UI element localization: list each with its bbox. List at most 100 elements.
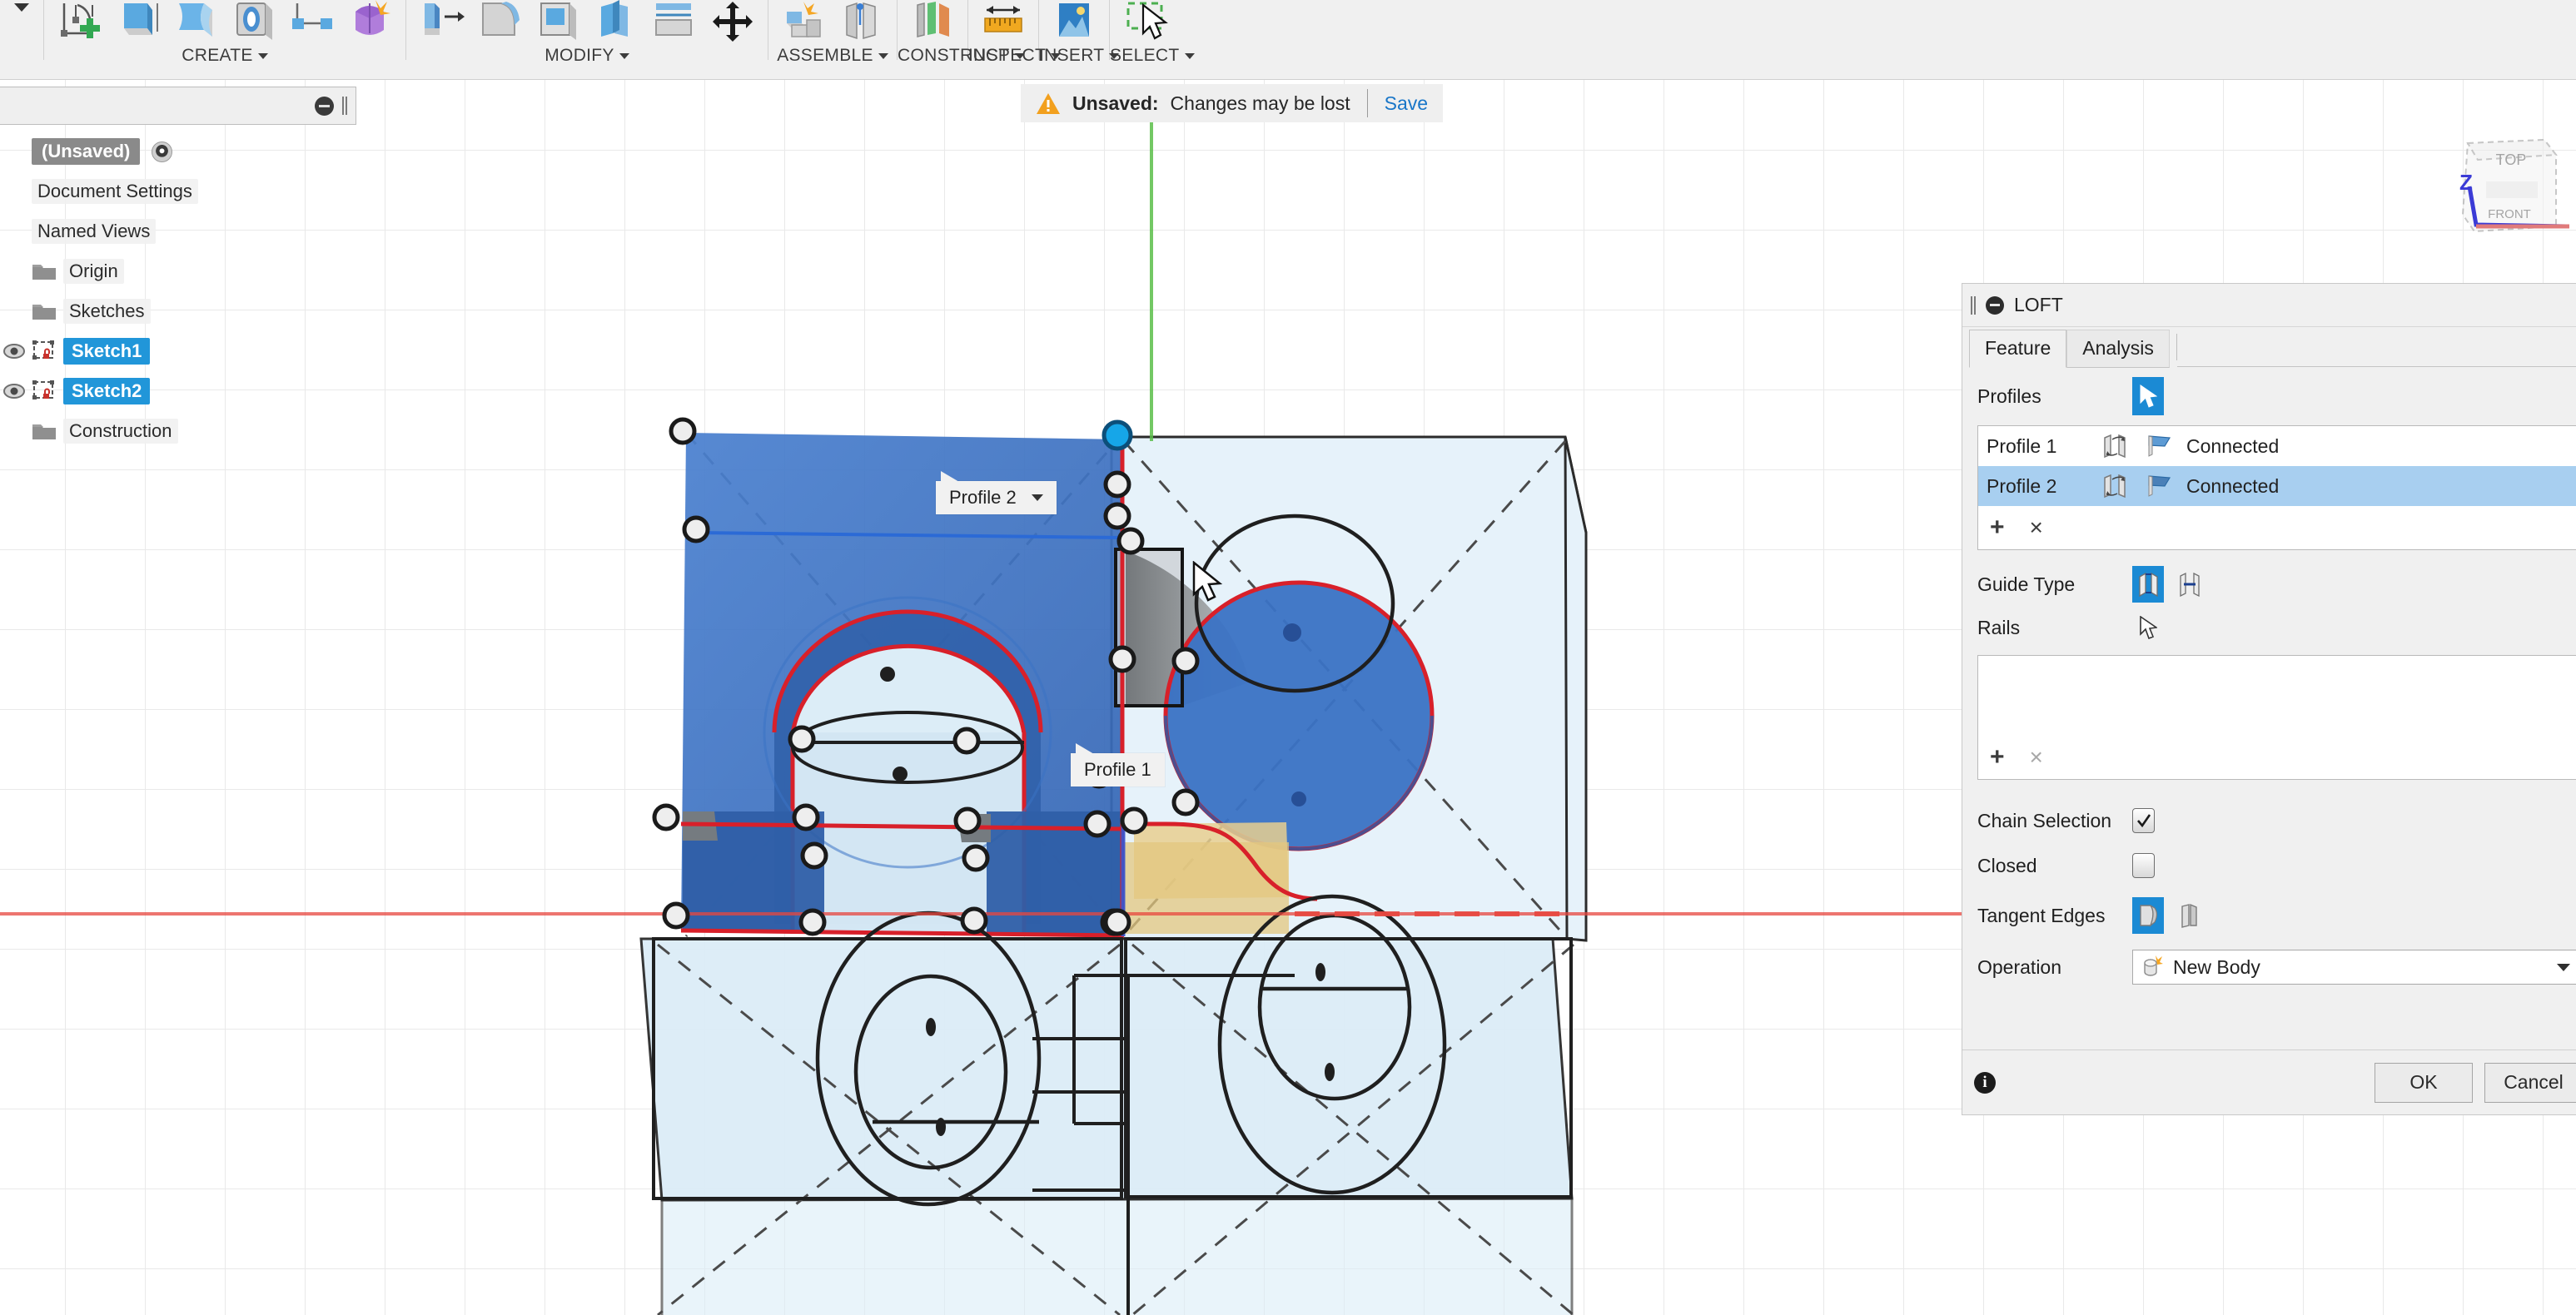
profile-2-tag[interactable]: Profile 2: [936, 481, 1057, 514]
ribbon-group-assemble-label[interactable]: ASSEMBLE: [768, 46, 897, 66]
sidebar-item-document-settings[interactable]: Document Settings: [0, 171, 350, 211]
guide-type-label: Guide Type: [1977, 573, 2132, 596]
remove-profile-button[interactable]: ×: [2030, 516, 2043, 539]
loft-dialog-title: LOFT: [2014, 294, 2063, 316]
ribbon-group-modify-label[interactable]: MODIFY: [406, 46, 768, 66]
rib-icon[interactable]: [289, 0, 336, 43]
guide-type-centerline-button[interactable]: [2174, 566, 2206, 603]
ok-button[interactable]: OK: [2375, 1063, 2473, 1103]
browser-tree[interactable]: (Unsaved) Document Settings Named Views …: [0, 132, 350, 451]
select-window-icon[interactable]: [1121, 0, 1168, 43]
ribbon-group-inspect-label[interactable]: INSPECT: [968, 46, 1038, 66]
tangent-edges-row: Tangent Edges: [1962, 893, 2576, 938]
revolve-icon[interactable]: [172, 0, 219, 43]
ribbon-group-construct-label[interactable]: CONSTRUCT: [898, 46, 967, 66]
table-row[interactable]: Profile 2 Connected: [1978, 466, 2576, 506]
profile-1-tag-label: Profile 1: [1084, 759, 1151, 781]
joint-icon[interactable]: [838, 0, 885, 43]
cursor-select-icon: [2139, 385, 2157, 408]
scale-icon[interactable]: [651, 0, 698, 43]
sidebar-item-sketch1[interactable]: Sketch1: [0, 331, 350, 371]
ribbon-group-create-label[interactable]: CREATE: [44, 46, 405, 66]
tangent-edges-smooth-button[interactable]: [2132, 897, 2164, 934]
sweep-icon[interactable]: [231, 0, 277, 43]
top-ribbon-toolbar[interactable]: CREATE: [0, 0, 2576, 80]
table-row[interactable]: Profile 1 Connected: [1978, 426, 2576, 466]
fillet-icon[interactable]: [476, 0, 523, 43]
visibility-eye-icon[interactable]: [3, 380, 25, 402]
ribbon-group-construct: CONSTRUCT: [898, 0, 967, 79]
profile-flip-icon[interactable]: [2101, 433, 2130, 459]
rails-list-toolbar[interactable]: + ×: [1978, 736, 2043, 779]
view-cube[interactable]: TOP FRONT Z: [2438, 125, 2571, 262]
profiles-label: Profiles: [1977, 385, 2132, 408]
rails-icon: [2137, 572, 2159, 597]
tangent-edges-sharp-button[interactable]: [2174, 897, 2206, 934]
loft-dialog-titlebar[interactable]: LOFT: [1962, 284, 2576, 327]
browser-resize-grip[interactable]: [342, 97, 347, 115]
extrude-icon[interactable]: [114, 0, 161, 43]
ribbon-group-insert: INSERT: [1039, 0, 1109, 79]
loft-dialog[interactable]: LOFT Feature Analysis Profiles Profile 1: [1962, 283, 2576, 1115]
sidebar-item-sketch2[interactable]: Sketch2: [0, 371, 350, 411]
add-profile-button[interactable]: +: [1990, 515, 2005, 540]
press-pull-icon[interactable]: [418, 0, 465, 43]
rails-listbox[interactable]: + ×: [1977, 655, 2576, 780]
remove-rail-button[interactable]: ×: [2030, 746, 2043, 769]
tab-feature[interactable]: Feature: [1969, 330, 2066, 368]
ribbon-group-inspect: INSPECT: [968, 0, 1038, 79]
profile-1-tag[interactable]: Profile 1: [1071, 753, 1165, 787]
info-icon[interactable]: i: [1974, 1072, 1996, 1094]
browser-root-row[interactable]: (Unsaved): [0, 132, 350, 171]
cancel-button[interactable]: Cancel: [2484, 1063, 2576, 1103]
new-component-icon[interactable]: [780, 0, 827, 43]
ribbon-group-insert-label[interactable]: INSERT: [1039, 46, 1109, 66]
loft-icon[interactable]: [347, 0, 394, 43]
collapse-browser-icon[interactable]: [315, 97, 334, 116]
connected-flag-icon[interactable]: [2146, 474, 2175, 498]
warning-icon: [1036, 92, 1061, 115]
selected-point-handle: [1104, 422, 1131, 449]
tab-analysis[interactable]: Analysis: [2066, 330, 2170, 368]
view-cube-front-label: FRONT: [2488, 207, 2531, 221]
draft-icon[interactable]: [593, 0, 639, 43]
chevron-down-icon: [258, 53, 268, 59]
measure-icon[interactable]: [980, 0, 1027, 43]
ribbon-group-select-label[interactable]: SELECT: [1110, 46, 1180, 66]
ribbon-group-create: CREATE: [44, 0, 405, 79]
ribbon-collapse-caret[interactable]: [0, 0, 43, 50]
offset-plane-icon[interactable]: [909, 0, 956, 43]
rails-select-button[interactable]: [2132, 608, 2164, 647]
guide-type-rails-button[interactable]: [2132, 566, 2164, 603]
profiles-listbox[interactable]: Profile 1 Connected: [1977, 425, 2576, 550]
move-copy-icon[interactable]: [709, 0, 756, 43]
sidebar-item-sketches[interactable]: Sketches: [0, 291, 350, 331]
insert-image-icon[interactable]: [1051, 0, 1097, 43]
collapse-dialog-icon[interactable]: [1986, 296, 2004, 315]
profile-flip-icon[interactable]: [2101, 473, 2130, 499]
ribbon-group-assemble: ASSEMBLE: [768, 0, 897, 79]
operation-select[interactable]: New Body: [2132, 950, 2576, 985]
chevron-down-icon[interactable]: [1032, 494, 1043, 501]
browser-search-bar[interactable]: [0, 87, 356, 125]
create-sketch-icon[interactable]: [56, 0, 102, 43]
shell-icon[interactable]: [535, 0, 581, 43]
sidebar-item-origin[interactable]: Origin: [0, 251, 350, 291]
save-button[interactable]: Save: [1385, 92, 1428, 115]
sidebar-item-construction[interactable]: Construction: [0, 411, 350, 451]
add-rail-button[interactable]: +: [1990, 745, 2005, 770]
connected-flag-icon[interactable]: [2146, 434, 2175, 458]
sidebar-item-named-views[interactable]: Named Views: [0, 211, 350, 251]
dialog-drag-grip[interactable]: [1971, 296, 1976, 315]
ribbon-group-select: SELECT: [1110, 0, 1180, 79]
sketch-icon: [32, 380, 57, 402]
closed-checkbox[interactable]: [2132, 853, 2155, 878]
chain-selection-checkbox[interactable]: [2132, 808, 2155, 833]
loft-dialog-tabs[interactable]: Feature Analysis: [1962, 327, 2576, 367]
chevron-down-icon[interactable]: [2557, 964, 2570, 971]
unsaved-title: Unsaved:: [1072, 92, 1159, 115]
visibility-eye-icon[interactable]: [3, 340, 25, 362]
profiles-list-toolbar[interactable]: + ×: [1978, 506, 2576, 549]
document-activation-radio[interactable]: [152, 141, 172, 162]
profiles-select-button[interactable]: [2132, 377, 2164, 415]
